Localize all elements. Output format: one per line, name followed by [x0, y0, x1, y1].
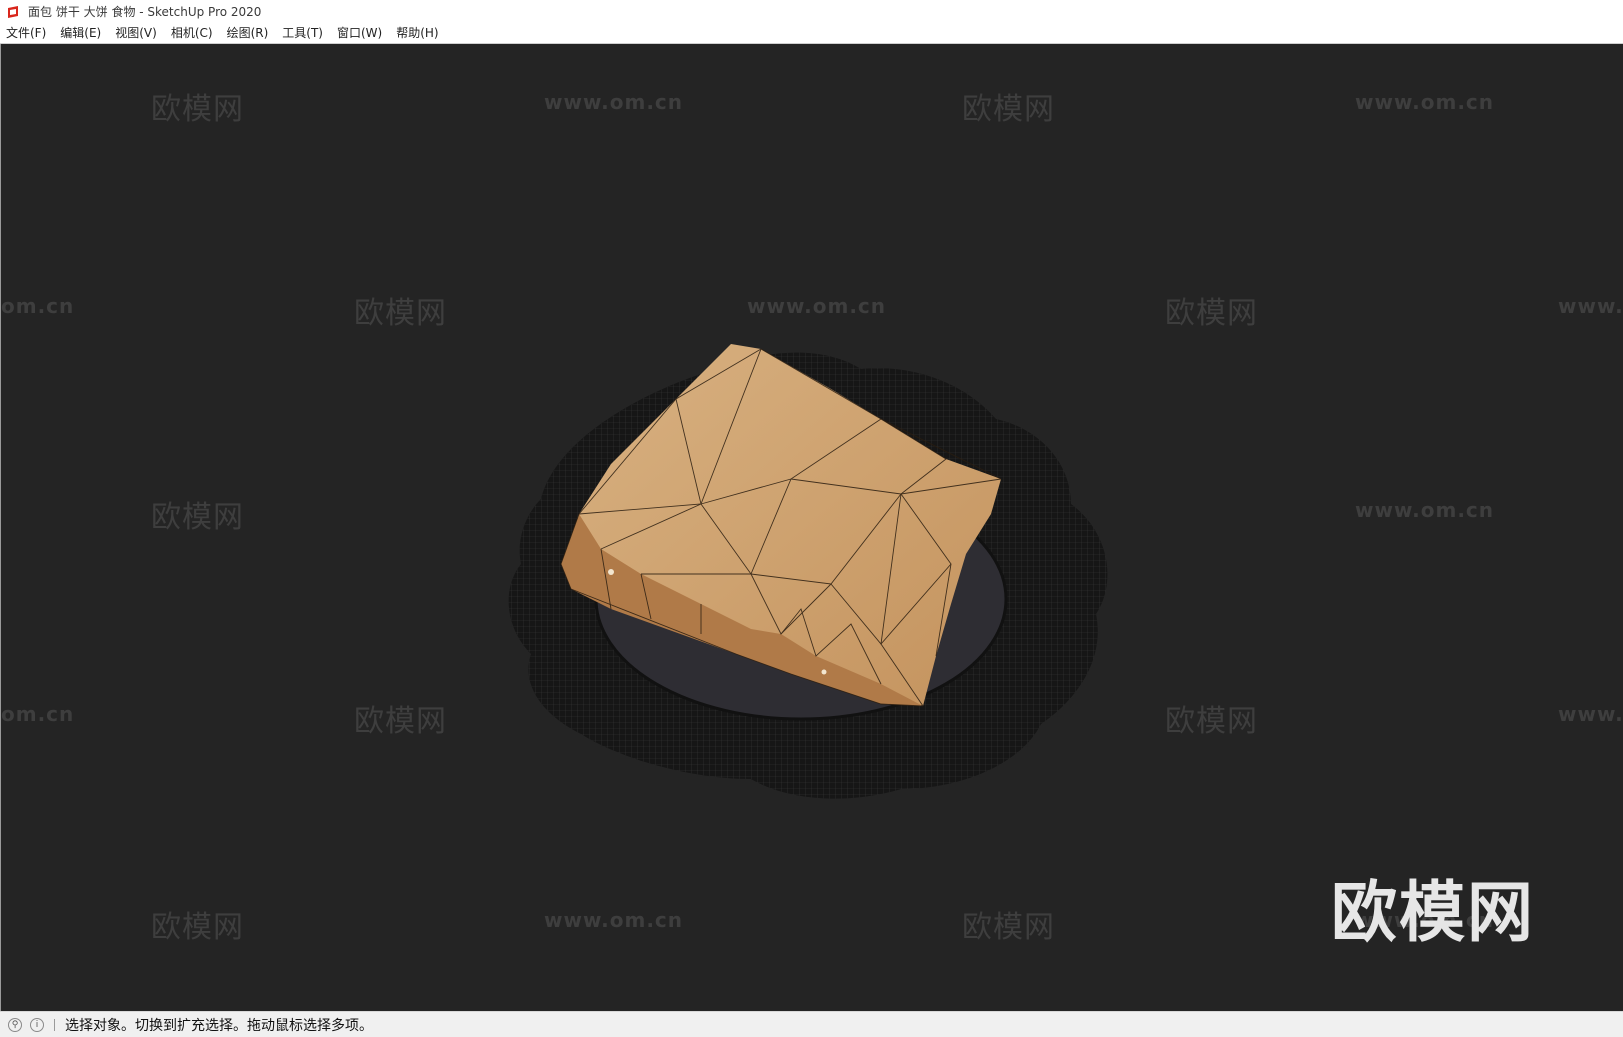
- menu-view[interactable]: 视图(V): [108, 24, 164, 41]
- title-bar: 面包 饼干 大饼 食物 - SketchUp Pro 2020: [0, 0, 1623, 22]
- menu-tools[interactable]: 工具(T): [275, 24, 330, 41]
- status-bar: ⚲ i 选择对象。切换到扩充选择。拖动鼠标选择多项。: [0, 1011, 1623, 1037]
- logo-watermark: 欧模网: [1331, 874, 1535, 951]
- status-text: 选择对象。切换到扩充选择。拖动鼠标选择多项。: [65, 1017, 373, 1034]
- model-viewport[interactable]: 欧模网 www.om.cn 欧模网 www.om.cn om.cn 欧模网 ww…: [0, 44, 1623, 1011]
- menu-file[interactable]: 文件(F): [0, 24, 53, 41]
- info-icon[interactable]: i: [30, 1017, 44, 1032]
- menu-help[interactable]: 帮助(H): [389, 24, 445, 41]
- menu-camera[interactable]: 相机(C): [164, 24, 220, 41]
- menu-window[interactable]: 窗口(W): [330, 24, 389, 41]
- menu-edit[interactable]: 编辑(E): [53, 24, 108, 41]
- menu-draw[interactable]: 绘图(R): [220, 24, 276, 41]
- status-separator: [54, 1018, 55, 1031]
- geolocation-icon[interactable]: ⚲: [8, 1017, 22, 1032]
- sketchup-icon: [6, 4, 20, 18]
- menu-bar: 文件(F) 编辑(E) 视图(V) 相机(C) 绘图(R) 工具(T) 窗口(W…: [0, 22, 1623, 44]
- window-title: 面包 饼干 大饼 食物 - SketchUp Pro 2020: [28, 4, 262, 19]
